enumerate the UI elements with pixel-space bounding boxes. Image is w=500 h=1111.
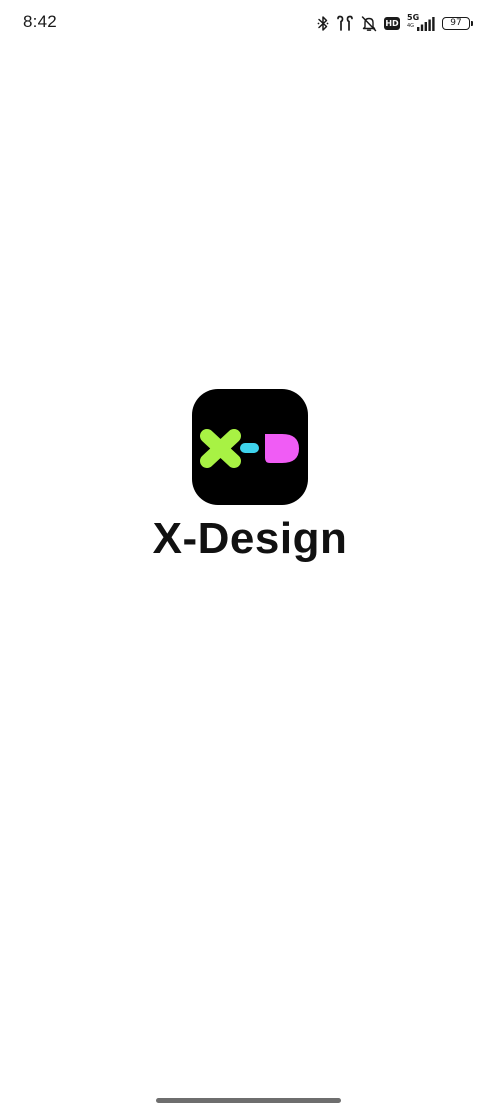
- network-sub-label: 4G: [407, 23, 415, 29]
- x-d-logo-icon: [200, 429, 299, 468]
- battery-icon: 97: [442, 16, 473, 30]
- app-logo: [192, 389, 308, 505]
- status-bar: 8:42 HD 5G 4G 97: [0, 0, 500, 44]
- bell-muted-icon: [361, 15, 377, 31]
- hd-icon: HD: [384, 16, 400, 30]
- battery-level: 97: [450, 17, 462, 28]
- logo-x-mark: [200, 429, 241, 468]
- signal-icon: 5G 4G: [407, 13, 435, 32]
- app-name: X-Design: [152, 514, 348, 563]
- status-icons: HD 5G 4G 97: [317, 13, 473, 33]
- logo-d-mark: [265, 434, 299, 463]
- bluetooth-icon: [317, 15, 329, 31]
- home-indicator[interactable]: [156, 1098, 341, 1103]
- logo-dash-mark: [240, 443, 259, 453]
- status-time: 8:42: [23, 12, 57, 31]
- earbuds-icon: [337, 15, 353, 31]
- signal-bars-icon: [417, 17, 435, 31]
